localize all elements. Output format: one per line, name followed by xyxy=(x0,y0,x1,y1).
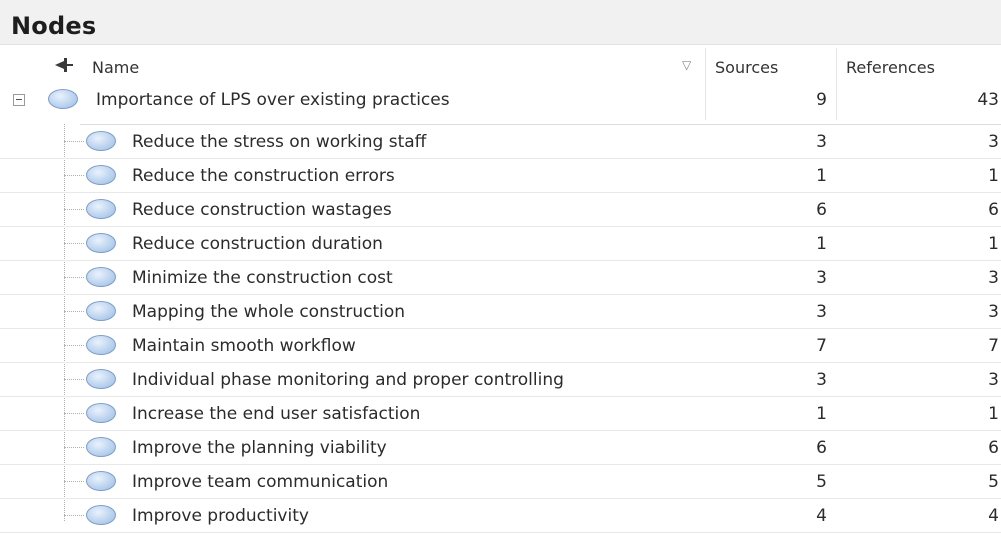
node-icon xyxy=(86,301,116,321)
tree-branch-line xyxy=(64,277,84,279)
column-header-row: Name ▽ Sources References xyxy=(0,48,1001,82)
node-sources-count: 4 xyxy=(816,506,827,526)
tree-branch-line xyxy=(64,345,84,347)
node-name: Improve the planning viability xyxy=(132,438,387,458)
node-sources-count: 7 xyxy=(816,336,827,356)
node-sources-count: 1 xyxy=(816,166,827,186)
node-sources-count: 3 xyxy=(816,370,827,390)
node-references-count: 6 xyxy=(988,438,999,458)
node-icon xyxy=(86,199,116,219)
node-references-count: 3 xyxy=(988,370,999,390)
tree-row-child[interactable]: Reduce construction duration 1 1 xyxy=(0,226,1001,261)
node-sources-count: 1 xyxy=(816,404,827,424)
node-references-count: 3 xyxy=(988,132,999,152)
node-name: Improve team communication xyxy=(132,472,389,492)
node-sources-count: 6 xyxy=(816,438,827,458)
tree-row-child[interactable]: Reduce construction wastages 6 6 xyxy=(0,192,1001,227)
node-references-count: 5 xyxy=(988,472,999,492)
node-icon xyxy=(86,369,116,389)
node-sources-count: 3 xyxy=(816,268,827,288)
child-node-list: Reduce the stress on working staff 3 3 Redu… xyxy=(0,124,1001,537)
node-references-count: 4 xyxy=(988,506,999,526)
tree-branch-line xyxy=(64,481,84,483)
panel-header: Nodes xyxy=(0,0,1001,45)
node-sources-count: 3 xyxy=(816,302,827,322)
node-name: Mapping the whole construction xyxy=(132,302,406,322)
node-icon xyxy=(86,131,116,151)
node-references-count: 6 xyxy=(988,200,999,220)
node-references-count: 7 xyxy=(988,336,999,356)
node-name: Reduce construction wastages xyxy=(132,200,392,220)
tree-branch-line xyxy=(64,379,84,381)
tree-row-child[interactable]: Maintain smooth workflow 7 7 xyxy=(0,328,1001,363)
node-icon xyxy=(86,471,116,491)
column-header-references[interactable]: References xyxy=(846,58,935,77)
collapse-icon[interactable] xyxy=(13,94,25,106)
node-references-count: 43 xyxy=(977,90,999,110)
tree-row-child[interactable]: Reduce the construction errors 1 1 xyxy=(0,158,1001,193)
tree-branch-line xyxy=(64,243,84,245)
node-name: Minimize the construction cost xyxy=(132,268,393,288)
tree-row-parent[interactable]: Importance of LPS over existing practice… xyxy=(0,83,1001,117)
tree-row-child[interactable]: Improve the planning viability 6 6 xyxy=(0,430,1001,465)
tree-row-child[interactable]: Reduce the stress on working staff 3 3 xyxy=(0,124,1001,159)
node-name: Improve productivity xyxy=(132,506,309,526)
node-name: Importance of LPS over existing practice… xyxy=(96,90,450,110)
node-references-count: 3 xyxy=(988,302,999,322)
node-sources-count: 1 xyxy=(816,234,827,254)
panel-title: Nodes xyxy=(11,12,97,40)
tree-row-child[interactable]: Increase the end user satisfaction 1 1 xyxy=(0,396,1001,431)
node-references-count: 1 xyxy=(988,404,999,424)
node-sources-count: 5 xyxy=(816,472,827,492)
node-name: Reduce construction duration xyxy=(132,234,383,254)
column-header-sources[interactable]: Sources xyxy=(715,58,778,77)
sort-filter-icon[interactable]: ▽ xyxy=(682,58,691,72)
node-icon xyxy=(86,165,116,185)
node-icon xyxy=(86,403,116,423)
node-icon xyxy=(86,335,116,355)
node-references-count: 3 xyxy=(988,268,999,288)
tree-branch-line xyxy=(64,141,84,143)
tree-branch-line xyxy=(64,175,84,177)
tree-row-child[interactable]: Improve team communication 5 5 xyxy=(0,464,1001,499)
node-name: Individual phase monitoring and proper c… xyxy=(132,370,564,390)
node-references-count: 1 xyxy=(988,166,999,186)
tree-branch-line xyxy=(64,209,84,211)
tree-row-child[interactable]: Individual phase monitoring and proper c… xyxy=(0,362,1001,397)
tree-row-child[interactable]: Mapping the whole construction 3 3 xyxy=(0,294,1001,329)
node-icon xyxy=(48,89,78,109)
tree-branch-line xyxy=(64,413,84,415)
tree-branch-line xyxy=(64,311,84,313)
node-name: Reduce the construction errors xyxy=(132,166,395,186)
column-header-name[interactable]: Name xyxy=(92,58,139,77)
tree-branch-line xyxy=(64,515,84,517)
node-icon xyxy=(86,505,116,525)
node-icon xyxy=(86,437,116,457)
node-name: Reduce the stress on working staff xyxy=(132,132,427,152)
tree-branch-line xyxy=(64,447,84,449)
tree-row-child[interactable]: Improve productivity 4 4 xyxy=(0,498,1001,533)
node-name: Increase the end user satisfaction xyxy=(132,404,421,424)
node-references-count: 1 xyxy=(988,234,999,254)
node-icon xyxy=(86,233,116,253)
node-sources-count: 9 xyxy=(816,90,827,110)
pin-icon[interactable] xyxy=(52,56,74,74)
node-sources-count: 6 xyxy=(816,200,827,220)
node-name: Maintain smooth workflow xyxy=(132,336,356,356)
node-icon xyxy=(86,267,116,287)
node-sources-count: 3 xyxy=(816,132,827,152)
tree-row-child[interactable]: Minimize the construction cost 3 3 xyxy=(0,260,1001,295)
